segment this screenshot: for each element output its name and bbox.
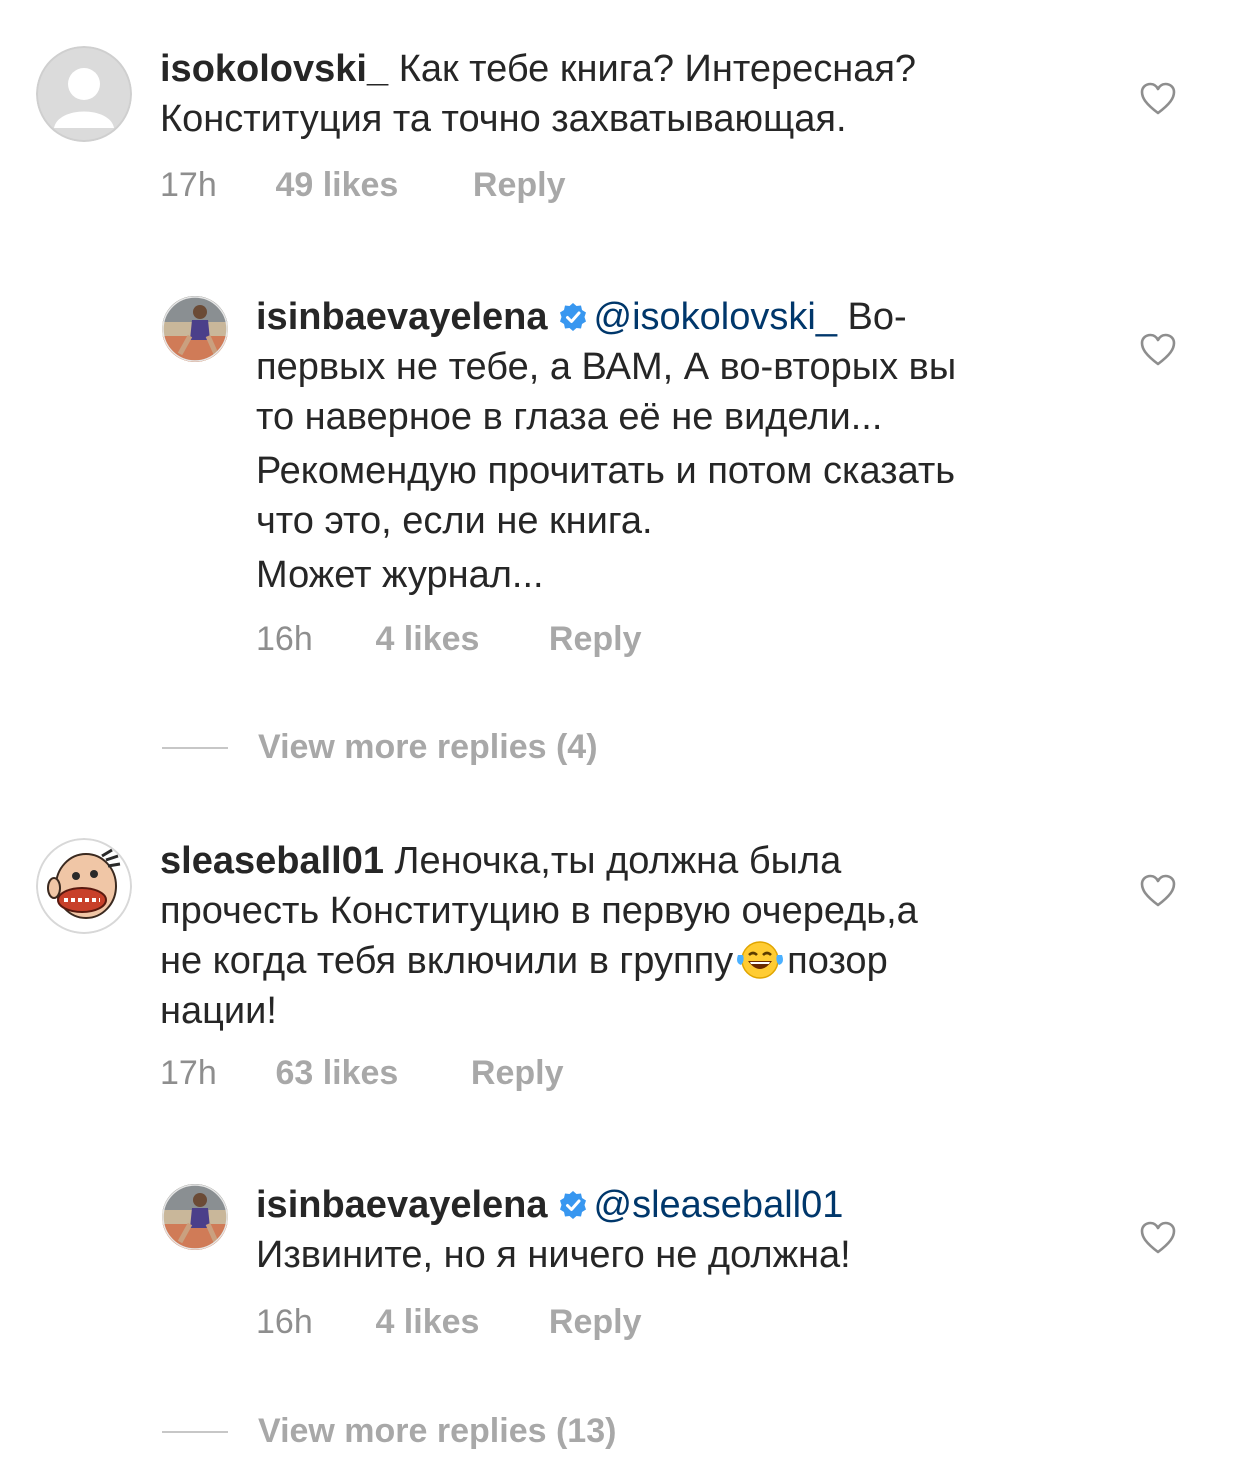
view-more-label: View more replies (4) (258, 728, 598, 766)
verified-badge-icon (559, 303, 586, 331)
reply-button[interactable]: Reply (473, 166, 566, 205)
reply-button[interactable]: Reply (471, 1054, 564, 1093)
username[interactable]: isokolovski_ (160, 48, 388, 90)
mention-link[interactable]: @sleaseball01 (594, 1184, 844, 1226)
face-with-tears-of-joy-icon (737, 941, 784, 979)
comment-meta: 17h 63 likes Reply (160, 1054, 564, 1093)
view-more-label: View more replies (13) (258, 1412, 617, 1450)
likes-count[interactable]: 4 likes (375, 620, 539, 659)
username[interactable]: sleaseball01 (160, 840, 384, 882)
divider (162, 1430, 228, 1433)
comment-text: isokolovski_ Как тебе книга? Интересная?… (160, 44, 916, 144)
comment-body: Леночка,ты должна была (394, 840, 842, 882)
timestamp: 17h (160, 166, 217, 204)
reply-body: Рекомендую прочитать и потом сказать (256, 450, 956, 492)
comment-body: прочесть Конституцию в первую очередь,а (160, 890, 918, 932)
heart-outline-icon[interactable] (1140, 1221, 1176, 1255)
avatar[interactable] (162, 296, 228, 362)
reply-text: isinbaevayelena @isokolovski_ Во- первых… (256, 292, 956, 600)
username[interactable]: isinbaevayelena (256, 296, 548, 338)
avatar[interactable] (162, 1184, 228, 1250)
default-avatar-icon (36, 46, 132, 142)
comment-text: sleaseball01 Леночка,ты должна была проч… (160, 836, 918, 1036)
profile-photo-icon (162, 296, 228, 362)
reply-meta: 16h 4 likes Reply (256, 1303, 642, 1342)
comment-body: не когда тебя включили в группу (160, 940, 734, 982)
reply-body: Извините, но я ничего не должна! (256, 1234, 851, 1276)
reply-meta: 16h 4 likes Reply (256, 620, 642, 659)
mention-link[interactable]: @isokolovski_ (594, 296, 837, 338)
likes-count[interactable]: 4 likes (375, 1303, 539, 1342)
verified-badge-icon (559, 1191, 586, 1219)
view-more-replies-button[interactable]: View more replies (4) (162, 728, 598, 767)
comment-body: позор (787, 940, 888, 982)
divider (162, 746, 228, 749)
reply-body: первых не тебе, а ВАМ, А во-вторых вы (256, 346, 957, 388)
timestamp: 16h (256, 1303, 313, 1341)
username[interactable]: isinbaevayelena (256, 1184, 548, 1226)
likes-count[interactable]: 63 likes (275, 1054, 461, 1093)
comment-body: нации! (160, 990, 277, 1032)
timestamp: 16h (256, 620, 313, 658)
reply-body: то наверное в глаза её не видели... (256, 396, 883, 438)
cartoon-face-avatar-icon (36, 838, 132, 934)
avatar[interactable] (36, 46, 132, 142)
view-more-replies-button[interactable]: View more replies (13) (162, 1412, 616, 1451)
heart-outline-icon[interactable] (1140, 333, 1176, 367)
reply-body: что это, если не книга. (256, 500, 653, 542)
heart-outline-icon[interactable] (1140, 874, 1176, 908)
reply-body: Во- (847, 296, 907, 338)
reply-body: Может журнал... (256, 554, 544, 596)
reply-text: isinbaevayelena @sleaseball01 Извините, … (256, 1180, 851, 1280)
comment-body: Конституция та точно захватывающая. (160, 98, 847, 140)
likes-count[interactable]: 49 likes (275, 166, 463, 205)
comment-meta: 17h 49 likes Reply (160, 166, 566, 205)
timestamp: 17h (160, 1054, 217, 1092)
avatar[interactable] (36, 838, 132, 934)
heart-outline-icon[interactable] (1140, 82, 1176, 116)
reply-button[interactable]: Reply (549, 620, 642, 659)
reply-button[interactable]: Reply (549, 1303, 642, 1342)
comment-body: Как тебе книга? Интересная? (398, 48, 917, 90)
profile-photo-icon (162, 1184, 228, 1250)
